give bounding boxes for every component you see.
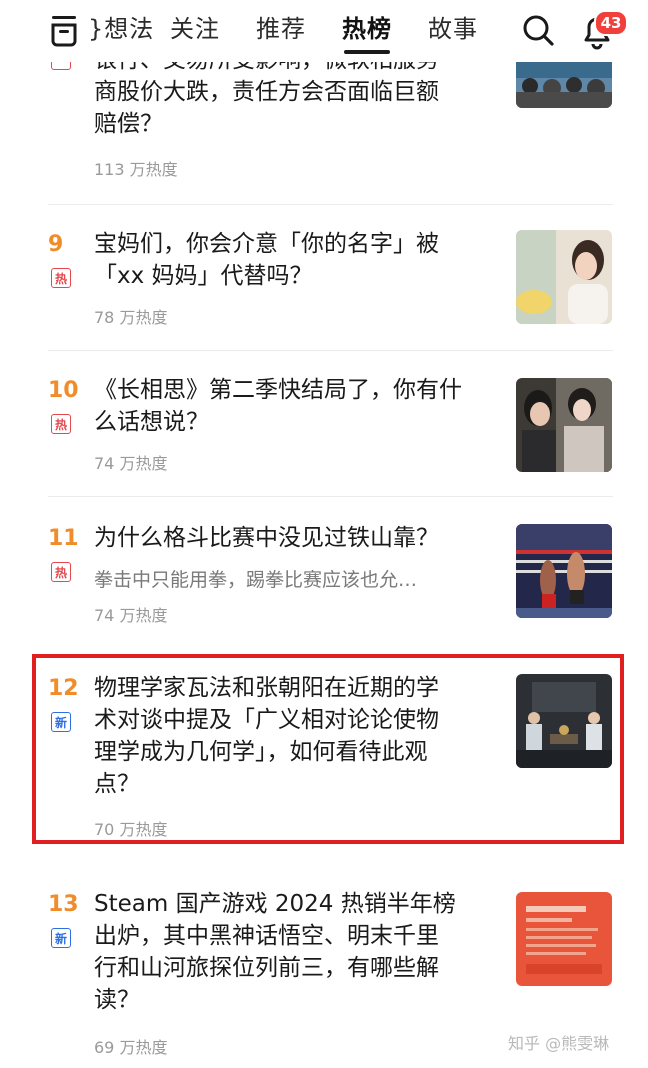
rank-number: 13 bbox=[48, 892, 79, 917]
new-tag: 新 bbox=[51, 928, 71, 948]
heat-count: 74 万热度 bbox=[94, 454, 168, 473]
title-line: 《长相思》第二季快结局了，你有什 bbox=[94, 377, 462, 403]
title-line: 么话想说？ bbox=[94, 409, 209, 435]
title-line: 商股价大跌，责任方会否面临巨额 bbox=[94, 79, 439, 105]
tab-stories[interactable]: 故事 bbox=[428, 12, 478, 46]
item-excerpt: 拳击中只能用拳，踢拳比赛应该也允… bbox=[94, 569, 418, 591]
heat-count: 69 万热度 bbox=[94, 1038, 168, 1057]
item-thumbnail[interactable] bbox=[516, 892, 612, 986]
heat-count: 78 万热度 bbox=[94, 308, 168, 327]
tab-recommend[interactable]: 推荐 bbox=[256, 12, 306, 46]
menu-icon[interactable] bbox=[48, 12, 80, 48]
tab-hot-list[interactable]: 热榜 bbox=[342, 12, 392, 54]
item-title[interactable]: 为什么格斗比赛中没见过铁山靠？ bbox=[94, 522, 494, 554]
title-line: Steam 国产游戏 2024 热销半年榜 bbox=[94, 891, 456, 917]
title-line: 「xx 妈妈」代替吗？ bbox=[94, 263, 313, 289]
item-title[interactable]: Steam 国产游戏 2024 热销半年榜 出炉，其中黑神话悟空、明末千里 行和… bbox=[94, 888, 494, 1016]
notification-badge: 43 bbox=[594, 10, 628, 36]
item-thumbnail[interactable] bbox=[516, 230, 612, 324]
item-title[interactable]: 《长相思》第二季快结局了，你有什 么话想说？ bbox=[94, 374, 494, 438]
heat-count: 74 万热度 bbox=[94, 606, 168, 625]
search-icon[interactable] bbox=[520, 12, 556, 48]
notification-button[interactable]: 43 bbox=[578, 10, 628, 50]
tab-ideas[interactable]: }想法 bbox=[88, 12, 154, 46]
item-thumbnail[interactable] bbox=[516, 524, 612, 618]
divider bbox=[48, 496, 613, 497]
title-line: 为什么格斗比赛中没见过铁山靠？ bbox=[94, 525, 439, 551]
item-thumbnail[interactable] bbox=[516, 378, 612, 472]
divider bbox=[48, 204, 613, 205]
hot-tag: 热 bbox=[51, 414, 71, 434]
rank-number: 10 bbox=[48, 378, 79, 403]
title-line: 行和山河旅探位列前三，有哪些解 bbox=[94, 955, 439, 981]
highlight-box bbox=[32, 654, 624, 844]
rank-number: 11 bbox=[48, 526, 79, 551]
item-title[interactable]: 宝妈们，你会介意「你的名字」被 「xx 妈妈」代替吗？ bbox=[94, 228, 494, 292]
tab-following[interactable]: 关注 bbox=[170, 12, 220, 46]
watermark: 知乎 @熊雯琳 bbox=[508, 1034, 610, 1053]
title-line: 读？ bbox=[94, 987, 140, 1013]
divider bbox=[48, 350, 613, 351]
hot-tag: 热 bbox=[51, 562, 71, 582]
heat-count: 113 万热度 bbox=[94, 160, 178, 179]
title-line: 出炉，其中黑神话悟空、明末千里 bbox=[94, 923, 439, 949]
title-line: 赔偿？ bbox=[94, 111, 163, 137]
hot-tag: 热 bbox=[51, 268, 71, 288]
rank-number: 9 bbox=[48, 232, 64, 257]
title-line: 宝妈们，你会介意「你的名字」被 bbox=[94, 231, 439, 257]
top-nav: }想法 关注 推荐 热榜 故事 43 bbox=[0, 0, 648, 62]
